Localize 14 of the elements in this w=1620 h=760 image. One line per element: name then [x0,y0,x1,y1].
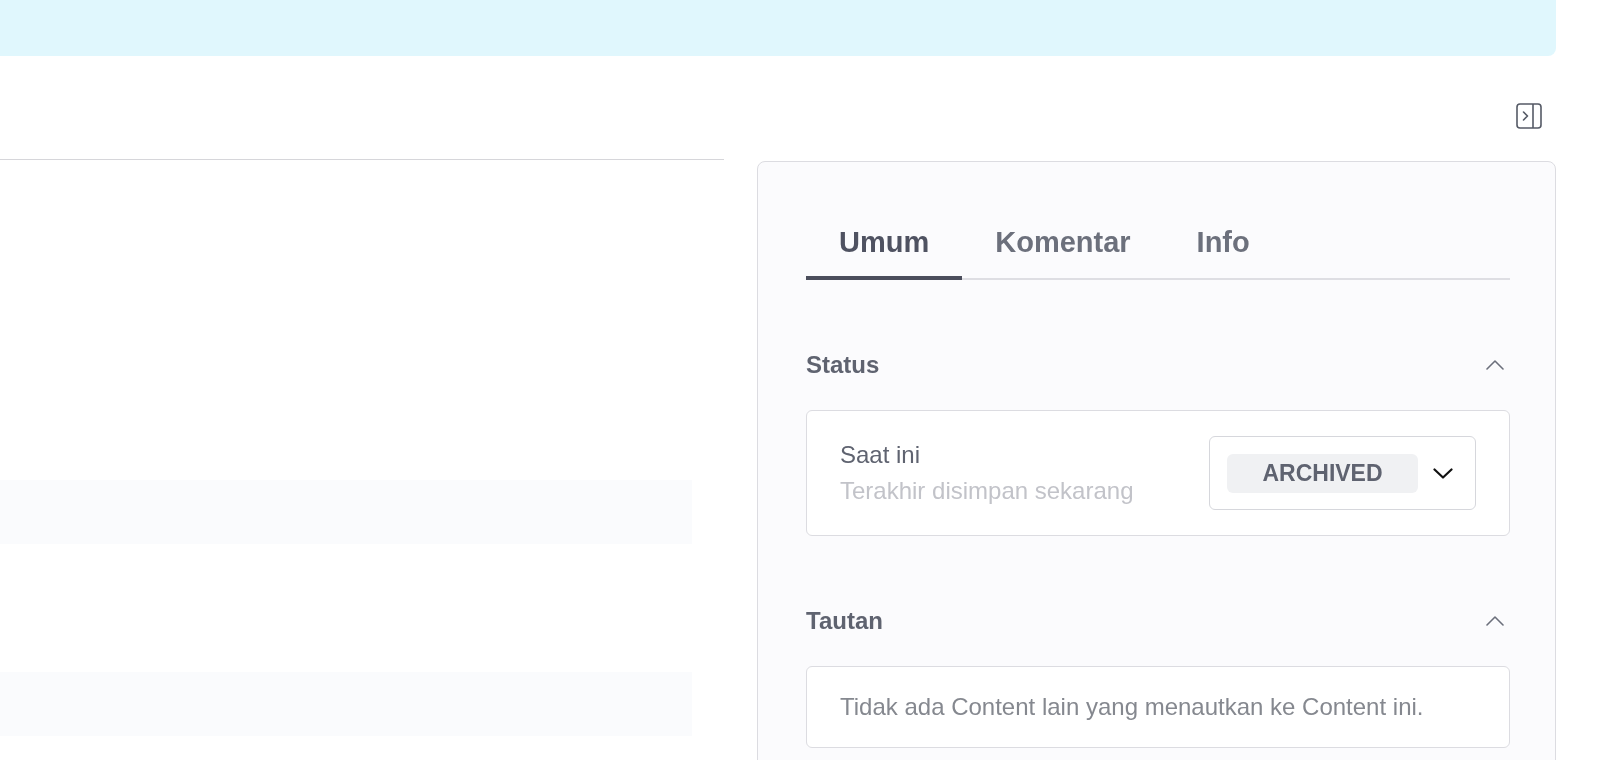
tab[interactable]: Info [1163,224,1283,280]
section-heading: Status [806,350,880,380]
status-badge: ARCHIVED [1227,453,1418,493]
status-label: Saat ini [840,440,922,470]
tab[interactable]: Komentar [962,224,1164,280]
last-saved-text: Terakhir disimpan sekarang [840,476,1134,506]
chevron-up-icon[interactable] [1486,360,1504,370]
tab[interactable]: Umum [806,224,963,280]
chevron-up-icon[interactable] [1486,616,1504,626]
panel-toggle-icon[interactable] [1516,103,1542,129]
status-select[interactable]: ARCHIVED [1209,436,1476,510]
no-links-message: Tidak ada Content lain yang menautkan ke Content ini. [840,692,1424,722]
section-heading: Tautan [806,606,883,636]
chevron-down-icon [1433,467,1453,479]
